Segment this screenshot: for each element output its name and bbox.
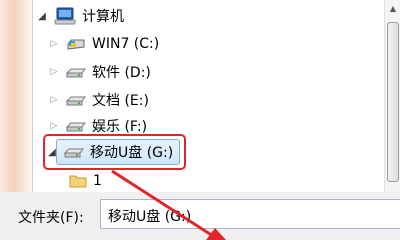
system-drive-icon	[67, 39, 85, 50]
tree-item-label: 娱乐 (F:)	[92, 119, 148, 135]
expand-arrow-icon[interactable]: ▷	[48, 120, 60, 132]
folder-field-label: 文件夹(F):	[18, 210, 84, 226]
computer-icon	[54, 7, 76, 25]
folder-input-value: 移动U盘 (G:)	[108, 209, 192, 225]
tree-item-drive-c[interactable]: ▷ WIN7 (C:)	[48, 31, 160, 57]
collapse-arrow-icon[interactable]: ◢	[36, 10, 48, 22]
tree-item-folder-1[interactable]: 1	[69, 168, 102, 192]
expand-arrow-icon[interactable]: ▷	[48, 66, 60, 78]
hard-drive-icon	[66, 68, 86, 77]
hard-drive-icon	[66, 96, 86, 105]
tree-item-label: 软件 (D:)	[92, 65, 151, 81]
scroll-up-icon[interactable]: ▲	[385, 0, 400, 16]
tree-item-computer[interactable]: ◢ 计算机	[36, 3, 124, 29]
tree-item-drive-e[interactable]: ▷ 文档 (E:)	[48, 87, 149, 113]
folder-input[interactable]: 移动U盘 (G:)	[100, 199, 400, 229]
tree-item-drive-d[interactable]: ▷ 软件 (D:)	[48, 59, 151, 85]
hard-drive-icon	[66, 122, 86, 131]
tree-item-label: 计算机	[82, 9, 124, 25]
vertical-scrollbar[interactable]: ▲	[384, 0, 400, 192]
scroll-thumb[interactable]	[387, 22, 399, 182]
expand-arrow-icon[interactable]: ▷	[48, 38, 60, 50]
background-edge	[0, 0, 32, 192]
expand-arrow-icon[interactable]: ▷	[48, 94, 60, 106]
tree-item-label: WIN7 (C:)	[92, 36, 160, 52]
folder-browser-dialog: ◢ 计算机 ▷ WIN7 (C:) ▷ 软件 (D:) ▷ 文档 (E:) ▷ …	[0, 0, 400, 240]
tree-item-label: 1	[93, 173, 102, 189]
red-highlight-box	[43, 134, 186, 170]
folder-icon	[69, 175, 87, 188]
tree-item-label: 文档 (E:)	[92, 93, 149, 109]
